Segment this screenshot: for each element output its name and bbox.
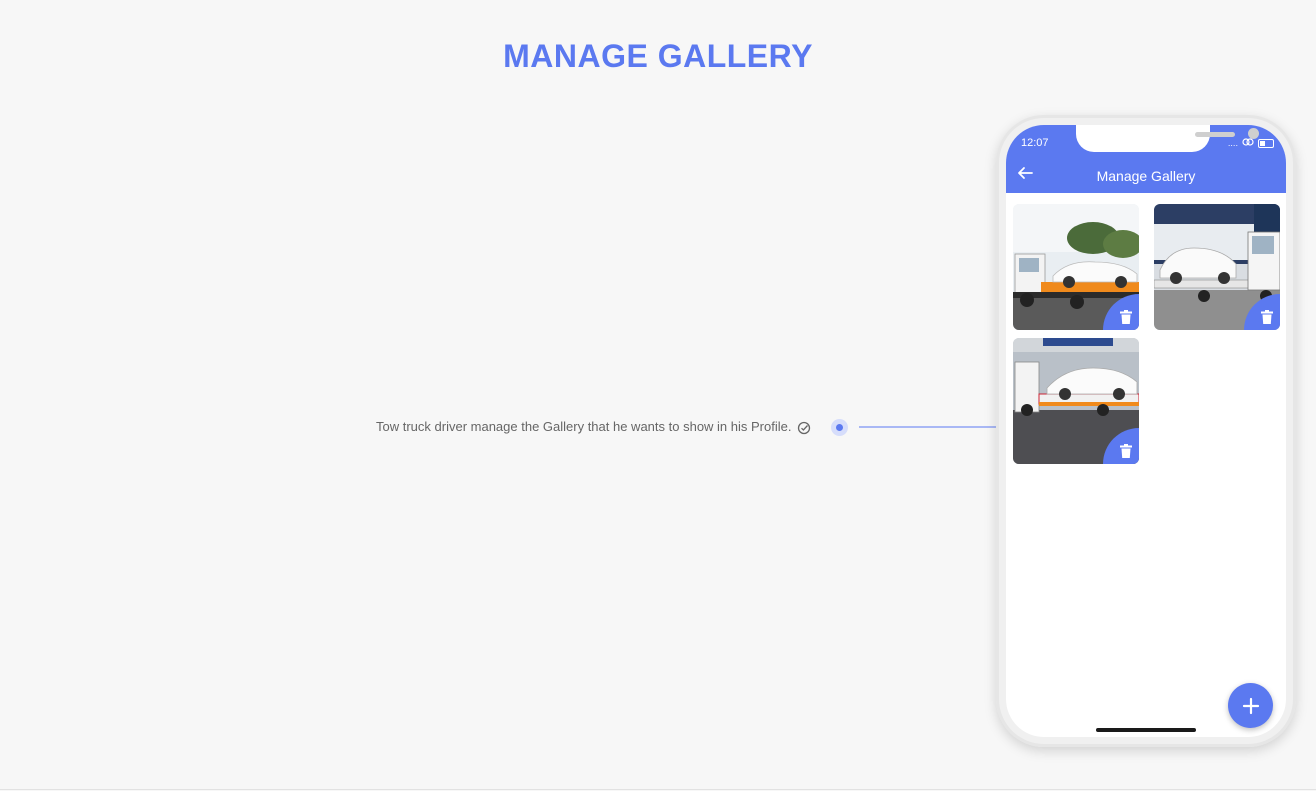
trash-icon <box>1120 310 1132 324</box>
phone-notch <box>1076 125 1259 152</box>
gallery-item[interactable] <box>1154 204 1280 330</box>
signal-icon: .... <box>1227 138 1238 148</box>
phone-screen: 12:07 .... Manage Gallery <box>1006 125 1286 737</box>
page-title: MANAGE GALLERY <box>503 38 813 74</box>
add-photo-button[interactable] <box>1228 683 1273 728</box>
battery-icon <box>1258 138 1274 148</box>
divider <box>0 789 1316 790</box>
gallery-item[interactable] <box>1013 338 1139 464</box>
app-title: Manage Gallery <box>1096 168 1196 184</box>
gallery-item[interactable] <box>1013 204 1139 330</box>
trash-icon <box>1120 444 1132 458</box>
app-header: 12:07 .... Manage Gallery <box>1006 125 1286 193</box>
status-icons: .... <box>1228 138 1274 148</box>
trash-icon <box>1261 310 1273 324</box>
check-circle-icon <box>797 420 811 434</box>
link-icon <box>1242 138 1254 148</box>
speaker <box>1195 132 1235 137</box>
feature-description: Tow truck driver manage the Gallery that… <box>376 419 811 434</box>
feature-text: Tow truck driver manage the Gallery that… <box>376 419 792 434</box>
plus-icon <box>1242 697 1259 714</box>
home-indicator[interactable] <box>1096 728 1196 732</box>
timeline-dot <box>831 419 848 436</box>
status-time: 12:07 <box>1021 137 1049 149</box>
connector-line <box>859 426 999 428</box>
phone-mockup: 12:07 .... Manage Gallery <box>996 115 1296 747</box>
